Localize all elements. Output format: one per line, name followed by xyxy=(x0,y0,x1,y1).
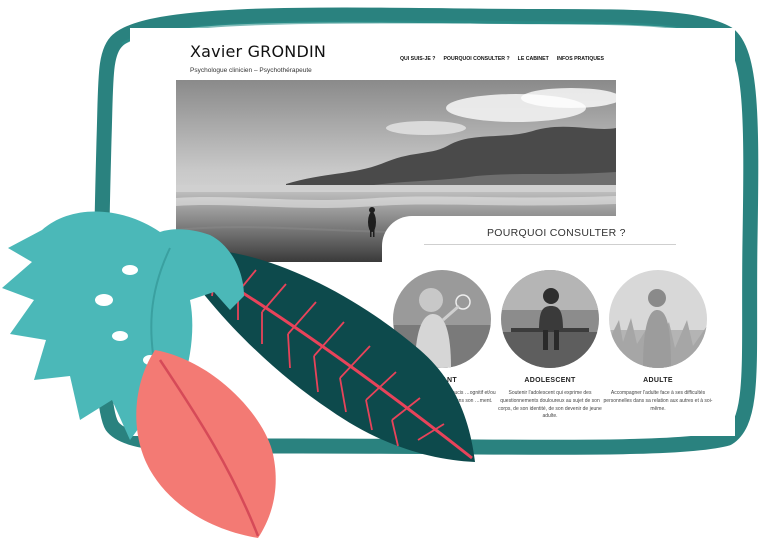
foliage-decoration xyxy=(2,211,475,538)
pink-leaf-icon xyxy=(136,350,276,538)
